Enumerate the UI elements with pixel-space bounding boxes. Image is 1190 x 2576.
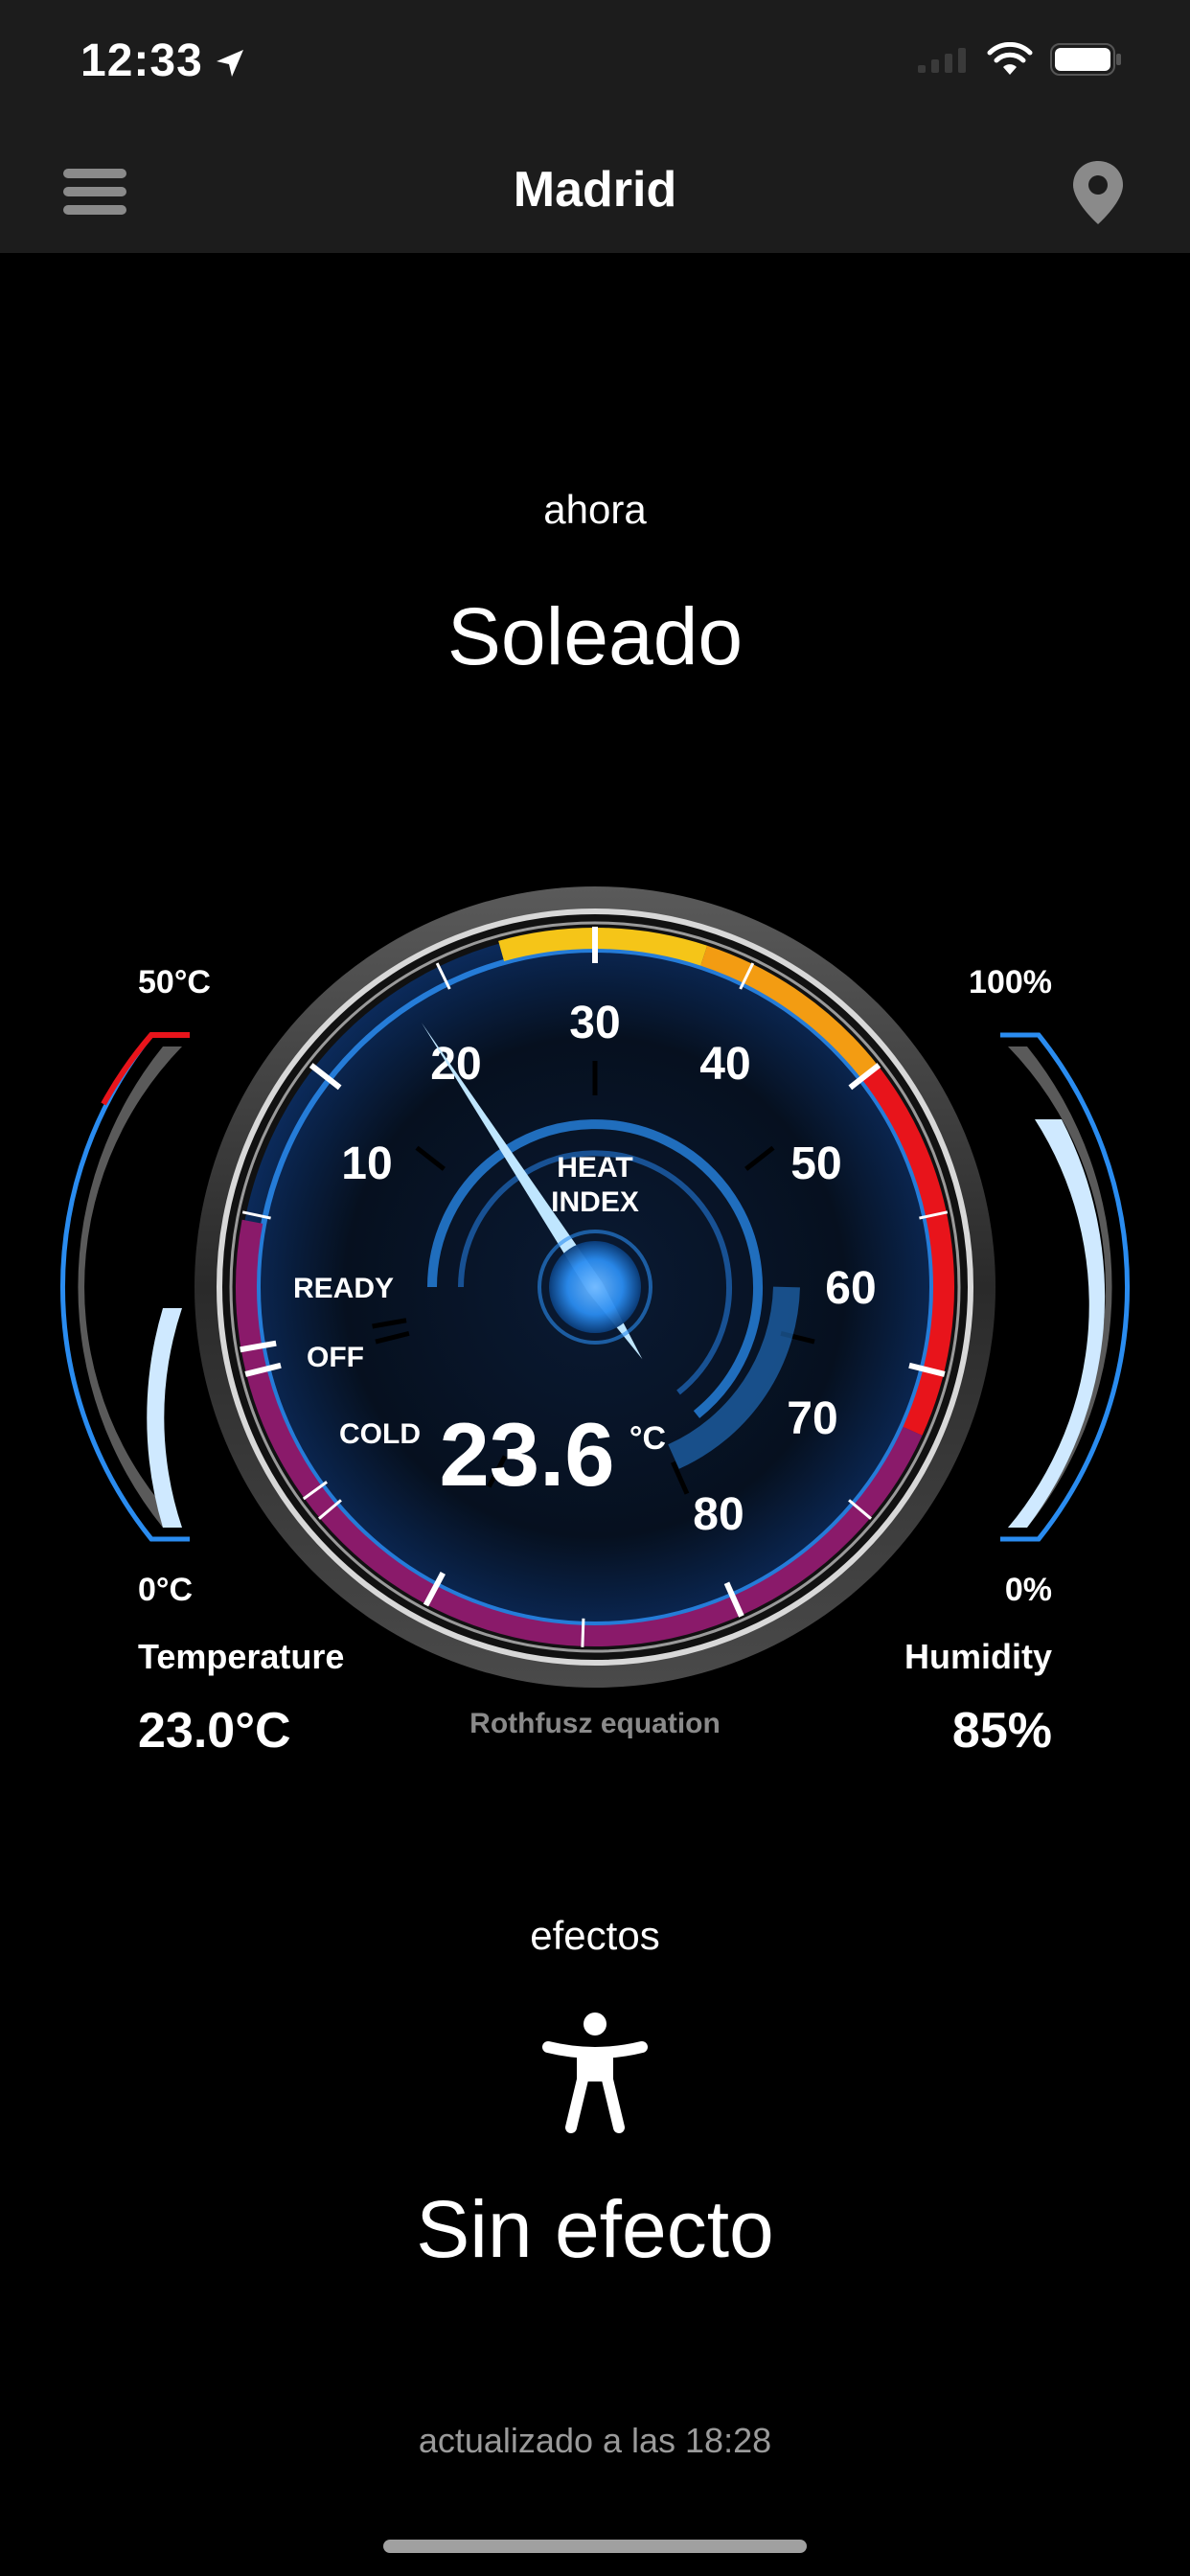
heat-index-value: 23.6: [440, 1404, 615, 1505]
temperature-min-label: 0°C: [138, 1572, 194, 1608]
location-arrow-icon: [217, 50, 243, 77]
heat-index-caption-1: HEAT: [557, 1152, 632, 1184]
state-ready: READY: [293, 1273, 394, 1304]
location-pin-icon: [1073, 161, 1123, 224]
humidity-max-label: 100%: [969, 964, 1052, 1000]
scale-label-30: 30: [569, 998, 620, 1048]
temperature-bar-track: [78, 1046, 182, 1528]
nav-bar: Madrid: [0, 134, 1190, 253]
scale-label-50: 50: [790, 1138, 841, 1189]
battery-icon: [1050, 43, 1121, 76]
gauge-tick: [581, 1618, 585, 1647]
state-cold: COLD: [339, 1418, 421, 1450]
current-label: ahora: [543, 487, 647, 532]
status-bar: 12:33: [0, 0, 1190, 134]
state-off: OFF: [307, 1342, 364, 1373]
wifi-icon: [987, 42, 1033, 75]
humidity-title: Humidity: [904, 1637, 1052, 1676]
heat-index-caption-2: INDEX: [551, 1186, 639, 1218]
scale-label-40: 40: [699, 1039, 750, 1090]
person-standing-icon: [542, 2012, 648, 2133]
equation-label: Rothfusz equation: [469, 1708, 721, 1739]
heat-index-panel: 10 20 30 40 50 60 70 80 READY OFF COLD H…: [0, 862, 1190, 1821]
effects-value: Sin efecto: [416, 2184, 774, 2274]
cellular-signal-icon: [918, 48, 966, 73]
status-indicators: [916, 42, 1123, 77]
humidity-min-label: 0%: [1004, 1572, 1052, 1608]
scale-label-70: 70: [787, 1393, 837, 1444]
effects-label: efectos: [530, 1913, 660, 1958]
scale-label-80: 80: [693, 1489, 744, 1540]
page-title: Madrid: [513, 162, 677, 218]
home-indicator[interactable]: [383, 2540, 807, 2553]
scale-label-20: 20: [430, 1039, 481, 1090]
updated-label: actualizado a las 18:28: [418, 2421, 772, 2460]
location-button[interactable]: [1067, 159, 1129, 226]
heat-index-unit: °C: [629, 1420, 666, 1457]
temperature-max-label: 50°C: [138, 964, 211, 1000]
gauge-hub: [549, 1241, 641, 1333]
heat-index-gauge: 10 20 30 40 50 60 70 80 READY OFF COLD H…: [59, 886, 1131, 1688]
status-time: 12:33: [80, 35, 203, 86]
temperature-title: Temperature: [138, 1637, 345, 1676]
scale-label-10: 10: [341, 1138, 392, 1189]
scale-label-60: 60: [825, 1263, 876, 1314]
current-condition: Soleado: [446, 591, 744, 681]
